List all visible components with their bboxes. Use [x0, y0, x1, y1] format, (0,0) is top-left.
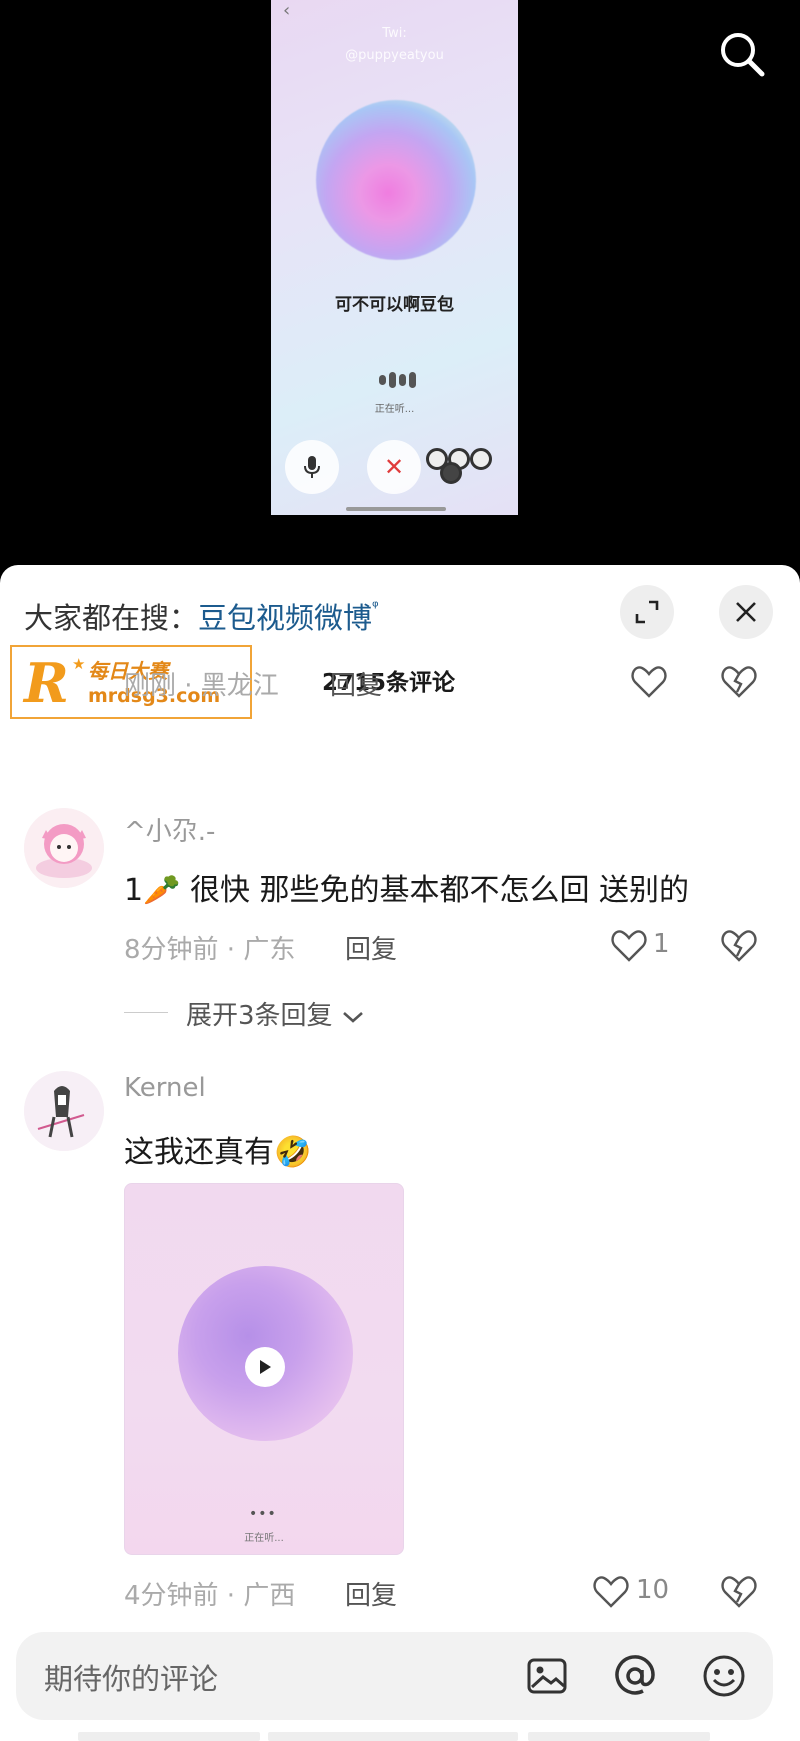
heart-icon[interactable]	[592, 1573, 630, 1611]
play-icon[interactable]	[245, 1347, 285, 1387]
avatar[interactable]	[24, 1071, 104, 1151]
home-indicator	[346, 507, 446, 511]
expand-divider	[124, 1012, 168, 1013]
expand-replies-button[interactable]: 展开3条回复	[186, 995, 365, 1032]
attachment-dots: •••	[249, 1506, 277, 1522]
video-player[interactable]: ‹ Twi: @puppyeatyou 可不可以啊豆包 正在听... ✕	[0, 0, 800, 565]
comment-input-bar[interactable]: 期待你的评论	[16, 1632, 773, 1720]
close-icon	[736, 602, 756, 622]
broken-heart-icon[interactable]	[720, 1573, 758, 1611]
bottom-hint	[78, 1732, 260, 1741]
logo-letter: R	[24, 651, 69, 715]
voice-orb	[316, 100, 476, 260]
listening-text: 正在听...	[374, 404, 415, 415]
chevron-down-icon	[342, 1011, 363, 1023]
overlay-icons	[426, 442, 506, 484]
reply-button[interactable]: 回复	[330, 665, 382, 702]
comment-content: 这我还真有🤣	[124, 1135, 312, 1170]
like-count: 10	[636, 1575, 670, 1605]
search-icon[interactable]	[716, 28, 768, 80]
hot-search-prefix: 大家都在搜：	[24, 601, 199, 635]
broken-heart-icon[interactable]	[720, 663, 758, 701]
watermark-line-1: Twi:	[382, 26, 407, 41]
video-back-glyph: ‹	[283, 0, 291, 21]
listening-indicator	[379, 372, 416, 388]
bottom-hint	[528, 1732, 710, 1741]
hot-search-icon: ᵠ	[372, 597, 379, 616]
close-button[interactable]	[719, 585, 773, 639]
at-icon[interactable]	[612, 1653, 658, 1699]
bottom-hint	[268, 1732, 518, 1741]
mic-icon	[285, 440, 339, 494]
hot-search-keyword[interactable]: 豆包视频微博	[198, 601, 372, 635]
image-icon[interactable]	[524, 1653, 570, 1699]
call-end-button: ✕	[367, 440, 421, 494]
emoji-icon[interactable]	[701, 1653, 747, 1699]
comment-meta: 4分钟前 · 广西	[124, 1581, 296, 1611]
attachment-text: 正在听...	[244, 1533, 284, 1544]
attachment-video[interactable]: ••• 正在听...	[124, 1183, 404, 1555]
username[interactable]: ^小尕.-	[124, 811, 215, 848]
logo-star: ★	[72, 655, 86, 673]
comment-input[interactable]: 期待你的评论	[44, 1656, 218, 1698]
username[interactable]: Kernel	[124, 1073, 206, 1103]
like-count: 1	[653, 929, 670, 959]
speech-text: 可不可以啊豆包	[335, 295, 454, 315]
watermark-line-2: @puppyeatyou	[345, 48, 444, 63]
expand-icon	[635, 600, 659, 624]
heart-icon[interactable]	[610, 927, 648, 965]
reply-button[interactable]: 回复	[345, 1575, 397, 1612]
broken-heart-icon[interactable]	[720, 927, 758, 965]
expand-button[interactable]	[620, 585, 674, 639]
avatar[interactable]	[24, 808, 104, 888]
video-frame: ‹ Twi: @puppyeatyou 可不可以啊豆包 正在听... ✕	[271, 0, 518, 515]
comment-meta: 8分钟前 · 广东	[124, 935, 296, 965]
close-glyph: ✕	[383, 453, 405, 481]
hot-search[interactable]: 大家都在搜：豆包视频微博ᵠ	[24, 595, 379, 637]
expand-replies-label: 展开3条回复	[186, 1001, 333, 1031]
comment-panel: 大家都在搜：豆包视频微博ᵠ R ★ 每日大赛 mrdsg3.com 2715条评…	[0, 565, 800, 1741]
comment-content: 1🥕 很快 那些免的基本都不怎么回 送别的	[124, 873, 690, 908]
reply-button[interactable]: 回复	[345, 929, 397, 966]
heart-icon[interactable]	[630, 663, 668, 701]
comment-meta: 刚刚 · 黑龙江	[124, 671, 279, 701]
